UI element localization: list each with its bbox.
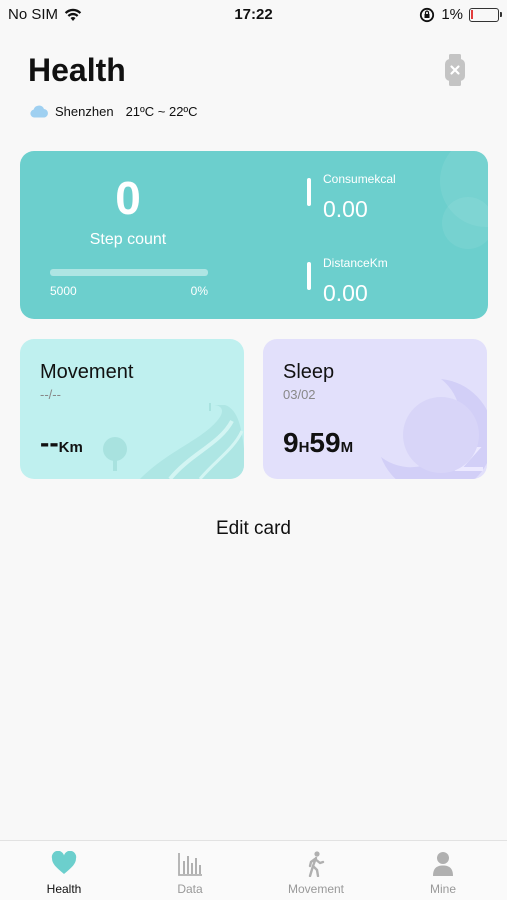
tab-movement-label: Movement [287,882,345,896]
battery-icon [469,7,502,22]
movement-card[interactable]: Movement --/-- --Km [20,339,244,479]
kcal-indicator-bar [307,178,311,206]
sleep-card[interactable]: Sleep 03/02 9H59M [263,339,487,479]
tab-bar: Health Data Movement Mine [0,840,507,900]
step-card-decoration [440,151,488,249]
sleep-hours-unit: H [298,439,310,456]
sleep-card-date: 03/02 [283,387,316,402]
kcal-value: 0.00 [323,196,368,222]
distance-label: DistanceKm [323,256,388,270]
heart-icon [51,851,77,874]
step-count-value: 0 [115,172,141,224]
status-right: 1% [419,6,502,23]
kcal-label: Consumekcal [323,172,396,186]
movement-card-title: Movement [40,361,134,383]
tab-movement[interactable]: Movement [253,841,379,900]
weather-temperature: 21ºC ~ 22ºC [125,104,198,119]
watch-disconnected-icon[interactable] [443,54,467,86]
tab-mine-label: Mine [429,882,456,896]
sleep-duration: 9H59M [283,427,353,459]
sleep-card-title: Sleep [283,361,335,383]
step-goal: 5000 [50,284,77,298]
bar-chart-icon [178,853,202,876]
step-count-label: Step count [89,231,167,248]
battery-percent: 1% [441,6,463,23]
weather-city: Shenzhen [55,104,114,119]
tab-data[interactable]: Data [127,841,253,900]
sleep-hours: 9 [283,427,299,458]
step-progress-percent: 0% [190,284,208,298]
person-icon [433,852,453,876]
weather-row: Shenzhen 21ºC ~ 22ºC [29,104,198,119]
orientation-lock-icon [420,7,435,22]
movement-distance: --Km [40,427,83,459]
sleep-minutes-unit: M [340,439,354,456]
step-progress-bar [50,269,208,276]
distance-indicator-bar [307,262,311,290]
tab-mine[interactable]: Mine [380,841,506,900]
distance-value: 0.00 [323,280,368,306]
movement-distance-unit: Km [58,439,83,456]
movement-distance-value: -- [40,427,59,458]
step-summary-card[interactable]: 0 Step count 5000 0% Consumekcal 0.00 Di… [20,151,488,319]
page-title: Health [28,52,126,88]
cloud-icon [30,105,48,118]
tab-data-label: Data [177,882,203,896]
movement-card-date: --/-- [40,387,61,402]
walking-icon [308,851,325,877]
edit-card-button[interactable]: Edit card [0,518,507,540]
status-bar: No SIM 17:22 1% [0,0,507,28]
tab-health[interactable]: Health [1,841,127,900]
tab-health-label: Health [46,882,82,896]
sleep-minutes: 59 [309,427,341,458]
